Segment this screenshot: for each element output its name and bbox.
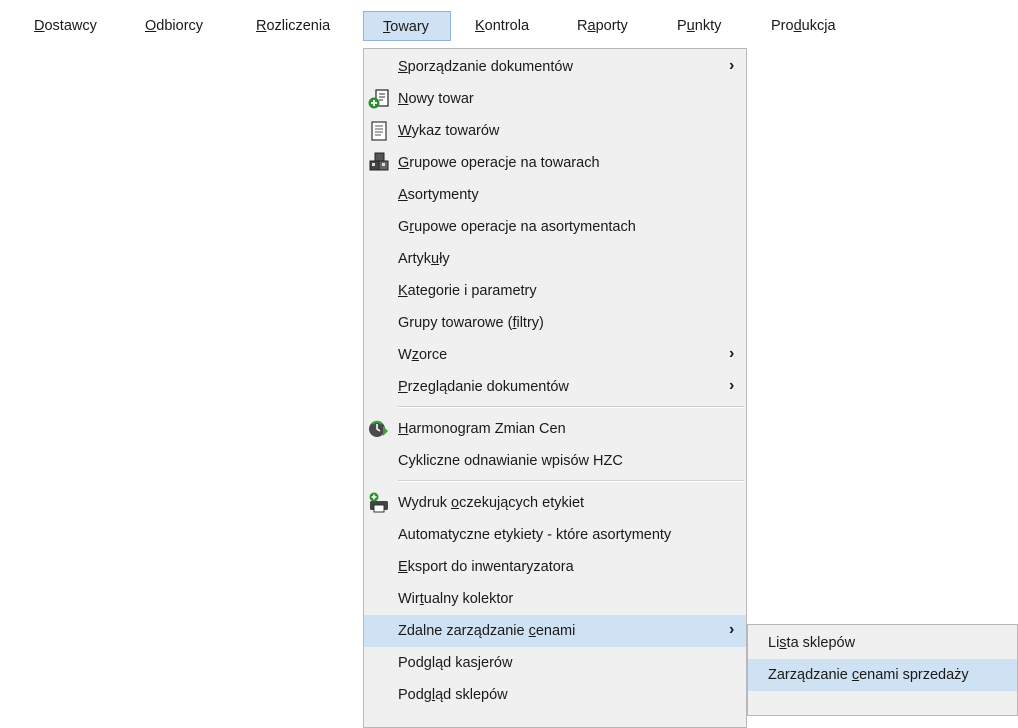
label-printer-icon xyxy=(367,492,391,514)
menu-item-label: Wykaz towarów xyxy=(398,123,500,139)
menu-item-label: Wirtualny kolektor xyxy=(398,591,514,607)
menu-item-asortymenty[interactable]: Asortymenty xyxy=(364,179,746,211)
menu-item-label: Sporządzanie dokumentów xyxy=(398,59,573,75)
menu-item-label: Harmonogram Zmian Cen xyxy=(398,421,566,437)
submenu-arrow-icon: › xyxy=(729,57,735,74)
menu-item-label: Kategorie i parametry xyxy=(398,283,537,299)
menu-item-harmonogram-zmian-cen[interactable]: Harmonogram Zmian Cen xyxy=(364,413,746,445)
zdalne-zarzadzanie-submenu: Lista sklepów Zarządzanie cenami sprzedaż… xyxy=(747,624,1018,716)
menu-item-label: Eksport do inwentaryzatora xyxy=(398,559,574,575)
menu-item-label: Podgląd sklepów xyxy=(398,687,508,703)
menu-kontrola[interactable]: Kontrola xyxy=(475,14,529,38)
menu-separator xyxy=(398,480,744,482)
menu-towary[interactable]: Towary xyxy=(363,11,451,41)
submenu-item-lista-sklepow[interactable]: Lista sklepów xyxy=(748,627,1017,659)
menu-item-label: Wydruk oczekujących etykiet xyxy=(398,495,585,511)
menu-item-label: Grupowe operacje na towarach xyxy=(398,155,600,171)
menu-produkcja[interactable]: Produkcja xyxy=(771,14,836,38)
menu-item-wzorce[interactable]: Wzorce › xyxy=(364,339,746,371)
menu-item-grupy-towarowe-filtry[interactable]: Grupy towarowe (filtry) xyxy=(364,307,746,339)
menu-item-artykuly[interactable]: Artykuły xyxy=(364,243,746,275)
menu-item-grupowe-operacje-na-asortymentach[interactable]: Grupowe operacje na asortymentach xyxy=(364,211,746,243)
menu-item-label: Cykliczne odnawianie wpisów HZC xyxy=(398,453,623,469)
menu-item-sporzadzanie-dokumentow[interactable]: Sporządzanie dokumentów › xyxy=(364,51,746,83)
group-operations-icon xyxy=(367,152,391,174)
menu-item-label: Artykuły xyxy=(398,251,450,267)
menu-rozliczenia[interactable]: Rozliczenia xyxy=(256,14,330,38)
menu-separator xyxy=(398,406,744,408)
menu-dostawcy[interactable]: Dostawcy xyxy=(34,14,97,38)
towary-dropdown-menu: Sporządzanie dokumentów › Nowy towar Wykaz … xyxy=(363,48,747,728)
menu-punkty[interactable]: Punkty xyxy=(677,14,721,38)
submenu-item-label: Zarządzanie cenami sprzedaży xyxy=(768,667,969,683)
menu-item-label: Wzorce xyxy=(398,347,448,363)
menu-item-label: Przeglądanie dokumentów xyxy=(398,379,569,395)
menu-item-nowy-towar[interactable]: Nowy towar xyxy=(364,83,746,115)
menu-raporty[interactable]: Raporty xyxy=(577,14,628,38)
menu-item-label: Asortymenty xyxy=(398,187,479,203)
menu-item-label: Podgląd kasjerów xyxy=(398,655,513,671)
menu-item-podglad-kasjerow[interactable]: Podgląd kasjerów xyxy=(364,647,746,679)
new-product-icon xyxy=(367,88,391,110)
menu-item-grupowe-operacje-na-towarach[interactable]: Grupowe operacje na towarach xyxy=(364,147,746,179)
menu-item-label: Nowy towar xyxy=(398,91,474,107)
submenu-arrow-icon: › xyxy=(729,377,735,394)
menu-item-automatyczne-etykiety-ktore-asortymenty[interactable]: Automatyczne etykiety - które asortyment… xyxy=(364,519,746,551)
menu-item-wirtualny-kolektor[interactable]: Wirtualny kolektor xyxy=(364,583,746,615)
menu-item-label: Grupowe operacje na asortymentach xyxy=(398,219,636,235)
menu-item-zdalne-zarzadzanie-cenami[interactable]: Zdalne zarządzanie cenami › xyxy=(364,615,746,647)
menu-item-podglad-sklepow[interactable]: Podgląd sklepów xyxy=(364,679,746,711)
menu-odbiorcy[interactable]: Odbiorcy xyxy=(145,14,203,38)
submenu-item-zarzadzanie-cenami-sprzedazy[interactable]: Zarządzanie cenami sprzedaży xyxy=(748,659,1017,691)
menu-item-label: Zdalne zarządzanie cenami xyxy=(398,623,576,639)
menu-item-przegladanie-dokumentow[interactable]: Przeglądanie dokumentów › xyxy=(364,371,746,403)
menu-item-wydruk-oczekujacych-etykiet[interactable]: Wydruk oczekujących etykiet xyxy=(364,487,746,519)
menu-item-wykaz-towarow[interactable]: Wykaz towarów xyxy=(364,115,746,147)
submenu-arrow-icon: › xyxy=(729,345,735,362)
submenu-item-label: Lista sklepów xyxy=(768,635,856,651)
menu-item-label: Automatyczne etykiety - które asortyment… xyxy=(398,527,672,543)
menu-item-kategorie-i-parametry[interactable]: Kategorie i parametry xyxy=(364,275,746,307)
menu-item-label: Grupy towarowe (filtry) xyxy=(398,315,544,331)
menu-item-cykliczne-odnawianie-wpisow-hzc[interactable]: Cykliczne odnawianie wpisów HZC xyxy=(364,445,746,477)
price-schedule-icon xyxy=(367,418,391,440)
menu-item-eksport-do-inwentaryzatora[interactable]: Eksport do inwentaryzatora xyxy=(364,551,746,583)
submenu-arrow-icon: › xyxy=(729,621,735,638)
menu-bar: Dostawcy Odbiorcy Rozliczenia Towary Kon… xyxy=(0,0,1018,48)
product-list-icon xyxy=(367,120,391,142)
